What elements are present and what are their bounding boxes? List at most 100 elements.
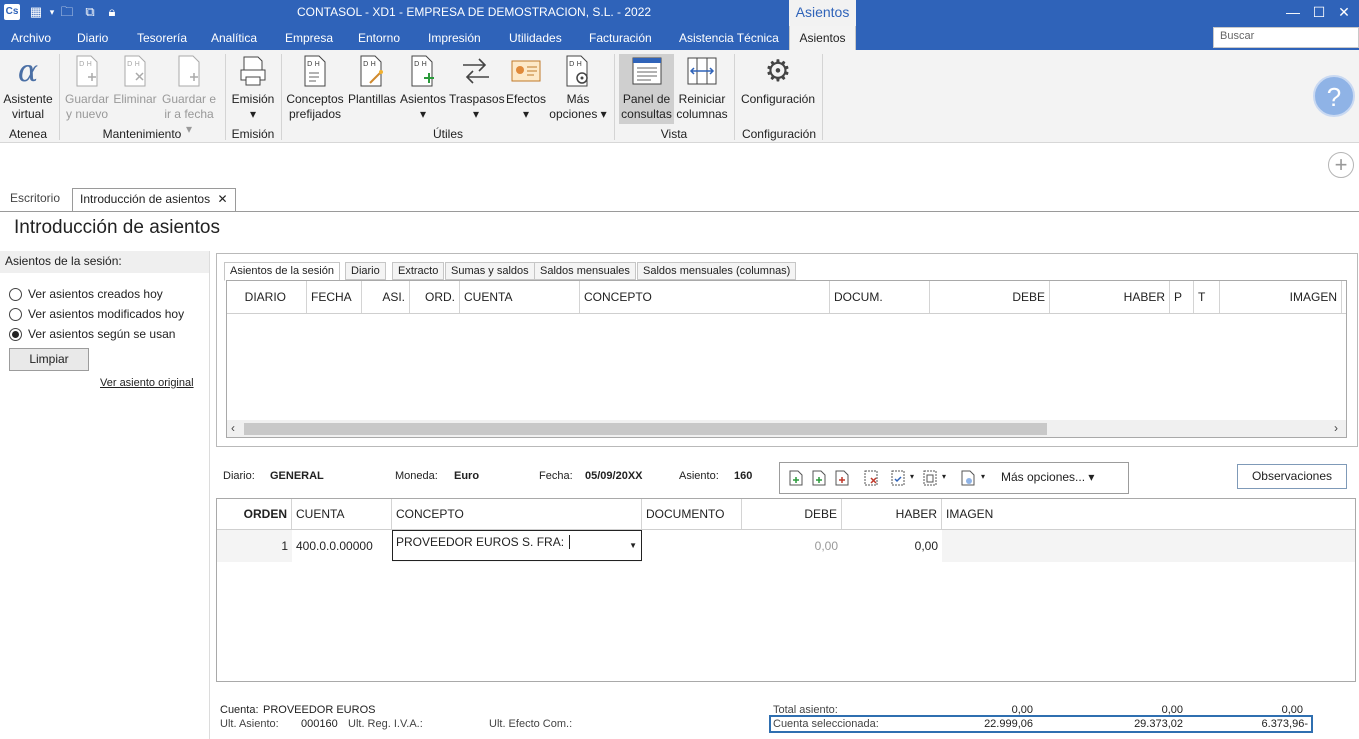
guardar-ir-fecha-button[interactable]: Guardar e ir a fecha ▾: [160, 54, 218, 137]
radio-modificados-hoy[interactable]: Ver asientos modificados hoy: [9, 307, 184, 321]
radio-creados-hoy[interactable]: Ver asientos creados hoy: [9, 287, 163, 301]
col-imagen[interactable]: IMAGEN: [1220, 281, 1342, 313]
dropdown-arrow-icon[interactable]: ▾: [910, 472, 914, 481]
maximize-button[interactable]: ☐: [1309, 2, 1329, 22]
limpiar-button[interactable]: Limpiar: [9, 348, 89, 371]
col-orden[interactable]: ORDEN: [217, 499, 292, 529]
tab-sumas-saldos[interactable]: Sumas y saldos: [445, 262, 535, 280]
ult-iva-label: Ult. Reg. I.V.A.:: [348, 718, 423, 730]
help-icon[interactable]: ?: [1313, 75, 1355, 117]
group-vista: Vista: [660, 127, 688, 141]
ver-asiento-original-link[interactable]: Ver asiento original: [100, 377, 194, 389]
ult-efecto-label: Ult. Efecto Com.:: [489, 718, 573, 730]
menu-asistencia-tecnica[interactable]: Asistencia Técnica: [679, 31, 779, 45]
ribbon-separator: [59, 54, 60, 140]
minimize-button[interactable]: —: [1283, 2, 1303, 22]
scroll-right-icon[interactable]: ›: [1334, 421, 1338, 435]
col-ord[interactable]: ORD.: [410, 281, 460, 313]
asistente-virtual-button[interactable]: α Asistente virtual: [2, 54, 54, 122]
close-tab-icon[interactable]: ✕: [217, 192, 227, 206]
col-haber[interactable]: HABER: [1050, 281, 1170, 313]
tab-escritorio[interactable]: Escritorio: [3, 188, 67, 211]
lock-icon[interactable]: 🔒︎: [104, 4, 120, 20]
dropdown-arrow-icon[interactable]: ▾: [981, 472, 985, 481]
cell-haber[interactable]: 0,00: [842, 530, 942, 562]
tab-saldos-mensuales[interactable]: Saldos mensuales: [534, 262, 636, 280]
col-asi[interactable]: ASI.: [362, 281, 410, 313]
efectos-button[interactable]: Efectos ▾: [505, 54, 547, 122]
tab-diario[interactable]: Diario: [345, 262, 386, 280]
col-debe[interactable]: DEBE: [742, 499, 842, 529]
reiniciar-columnas-button[interactable]: Reiniciar columnas: [676, 54, 728, 122]
tab-saldos-mensuales-columnas[interactable]: Saldos mensuales (columnas): [637, 262, 797, 280]
panel-consultas-button[interactable]: Panel de consultas: [619, 54, 674, 124]
conceptos-prefijados-button[interactable]: D H Conceptos prefijados: [286, 54, 344, 122]
col-cuenta[interactable]: CUENTA: [292, 499, 392, 529]
radio-segun-se-usan[interactable]: Ver asientos según se usan: [9, 327, 175, 341]
plantillas-button[interactable]: D H Plantillas: [347, 54, 397, 107]
attach-doc-icon[interactable]: [961, 470, 975, 486]
mas-opciones-button[interactable]: D H Más opciones ▾: [549, 54, 607, 122]
col-concepto[interactable]: CONCEPTO: [580, 281, 830, 313]
menu-asientos[interactable]: Asientos: [789, 26, 856, 50]
mas-opciones-dropdown[interactable]: Más opciones... ▾: [1001, 470, 1094, 484]
ult-asiento-value: 000160: [301, 718, 338, 730]
col-diario[interactable]: DIARIO: [227, 281, 307, 313]
group-emision: Emisión: [231, 127, 275, 141]
insert-line-icon[interactable]: [812, 470, 826, 486]
append-line-icon[interactable]: [835, 470, 849, 486]
col-imagen[interactable]: IMAGEN: [942, 499, 1355, 529]
folder-icon[interactable]: 🗀: [59, 4, 75, 20]
cell-cuenta[interactable]: 400.0.0.00000: [292, 530, 392, 562]
menu-empresa[interactable]: Empresa: [285, 31, 333, 45]
col-fecha[interactable]: FECHA: [307, 281, 362, 313]
col-haber[interactable]: HABER: [842, 499, 942, 529]
guardar-y-nuevo-button[interactable]: D H Guardar y nuevo: [64, 54, 110, 122]
group-utiles: Útiles: [432, 127, 463, 141]
menu-utilidades[interactable]: Utilidades: [509, 31, 562, 45]
col-concepto[interactable]: CONCEPTO: [392, 499, 642, 529]
scrollbar-thumb[interactable]: [244, 423, 1047, 435]
windows-icon[interactable]: ⧉: [82, 4, 98, 20]
menu-facturacion[interactable]: Facturación: [589, 31, 652, 45]
col-t[interactable]: T: [1194, 281, 1220, 313]
add-line-icon[interactable]: [789, 470, 803, 486]
asientos-button[interactable]: D H Asientos ▾: [399, 54, 447, 122]
search-input[interactable]: Buscar: [1213, 27, 1359, 48]
col-p[interactable]: P: [1170, 281, 1194, 313]
tab-extracto[interactable]: Extracto: [392, 262, 445, 280]
col-debe[interactable]: DEBE: [930, 281, 1050, 313]
close-button[interactable]: ✕: [1334, 2, 1354, 22]
scroll-left-icon[interactable]: ‹: [231, 421, 235, 435]
copy-lines-icon[interactable]: [923, 470, 937, 486]
menu-entorno[interactable]: Entorno: [358, 31, 400, 45]
dropdown-arrow-icon[interactable]: ▼: [629, 541, 637, 550]
cell-documento[interactable]: [642, 530, 742, 562]
menu-diario[interactable]: Diario: [77, 31, 108, 45]
concepto-input[interactable]: PROVEEDOR EUROS S. FRA: ▼: [392, 530, 642, 561]
menu-archivo[interactable]: Archivo: [11, 31, 51, 45]
moneda-label: Moneda:: [395, 470, 438, 482]
tab-introduccion-asientos[interactable]: Introducción de asientos ✕: [72, 188, 236, 212]
traspasos-button[interactable]: Traspasos ▾: [449, 54, 505, 122]
diario-value: GENERAL: [270, 470, 324, 482]
col-documento[interactable]: DOCUMENTO: [642, 499, 742, 529]
configuracion-button[interactable]: ⚙ Configuración: [739, 54, 817, 107]
calendar-icon[interactable]: ▦: [28, 4, 44, 20]
cell-debe[interactable]: 0,00: [742, 530, 842, 562]
delete-line-icon[interactable]: [864, 470, 878, 486]
col-docum[interactable]: DOCUM.: [830, 281, 930, 313]
observaciones-button[interactable]: Observaciones: [1237, 464, 1347, 489]
dropdown-arrow-icon[interactable]: ▾: [44, 4, 60, 20]
emision-button[interactable]: Emisión ▾: [230, 54, 276, 122]
menu-impresion[interactable]: Impresión: [428, 31, 481, 45]
menu-analitica[interactable]: Analítica: [211, 31, 257, 45]
tab-asientos-sesion[interactable]: Asientos de la sesión: [224, 262, 340, 281]
col-cuenta[interactable]: CUENTA: [460, 281, 580, 313]
add-tab-icon[interactable]: +: [1328, 152, 1354, 178]
dropdown-arrow-icon[interactable]: ▾: [942, 472, 946, 481]
sel-saldo: 6.373,96-: [1261, 718, 1308, 730]
check-list-icon[interactable]: [891, 470, 905, 486]
menu-tesoreria[interactable]: Tesorería: [137, 31, 187, 45]
eliminar-button[interactable]: D H Eliminar: [112, 54, 158, 107]
